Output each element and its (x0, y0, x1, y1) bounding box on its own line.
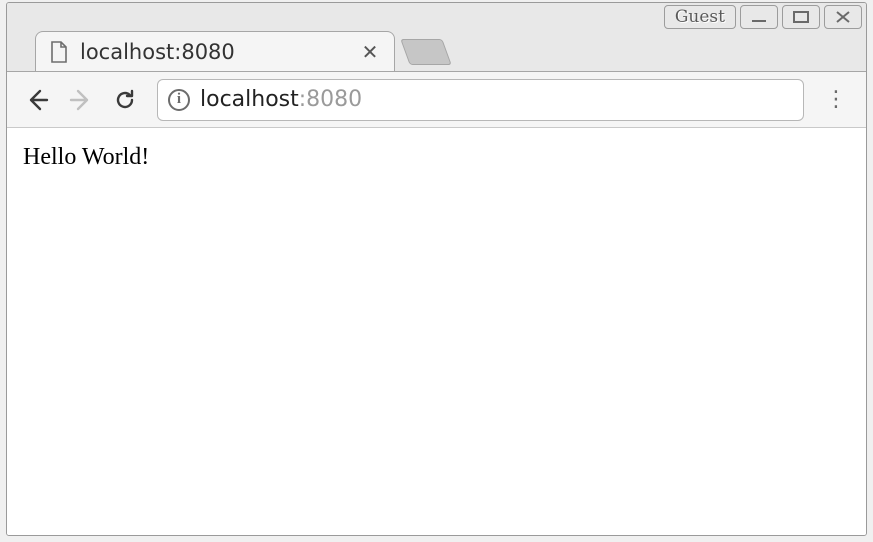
browser-tab[interactable]: localhost:8080 ✕ (35, 31, 395, 71)
back-button[interactable] (17, 80, 57, 120)
close-window-icon (834, 10, 852, 24)
close-window-button[interactable] (824, 5, 862, 29)
minimize-icon (750, 10, 768, 24)
window-titlebar: Guest (7, 3, 866, 33)
page-body-text: Hello World! (23, 144, 850, 171)
browser-menu-button[interactable]: ⋮ (816, 80, 856, 120)
page-viewport: Hello World! (7, 127, 866, 535)
url-port: :8080 (299, 87, 362, 112)
url-host: localhost (200, 87, 299, 112)
site-info-icon[interactable]: i (168, 89, 190, 111)
forward-button[interactable] (61, 80, 101, 120)
maximize-button[interactable] (782, 5, 820, 29)
url-text: localhost:8080 (200, 87, 362, 112)
maximize-icon (792, 10, 810, 24)
page-file-icon (50, 41, 68, 63)
tab-title: localhost:8080 (80, 40, 348, 64)
close-icon: ✕ (362, 40, 379, 64)
browser-window: Guest localhost (6, 2, 867, 536)
browser-toolbar: i localhost:8080 ⋮ (7, 71, 866, 127)
new-tab-button[interactable] (400, 39, 451, 65)
reload-icon (113, 88, 137, 112)
tab-close-button[interactable]: ✕ (360, 42, 380, 62)
guest-profile-button[interactable]: Guest (664, 5, 736, 29)
reload-button[interactable] (105, 80, 145, 120)
minimize-button[interactable] (740, 5, 778, 29)
address-bar[interactable]: i localhost:8080 (157, 79, 804, 121)
arrow-right-icon (68, 87, 94, 113)
kebab-menu-icon: ⋮ (825, 87, 847, 112)
arrow-left-icon (24, 87, 50, 113)
guest-label: Guest (675, 7, 725, 27)
